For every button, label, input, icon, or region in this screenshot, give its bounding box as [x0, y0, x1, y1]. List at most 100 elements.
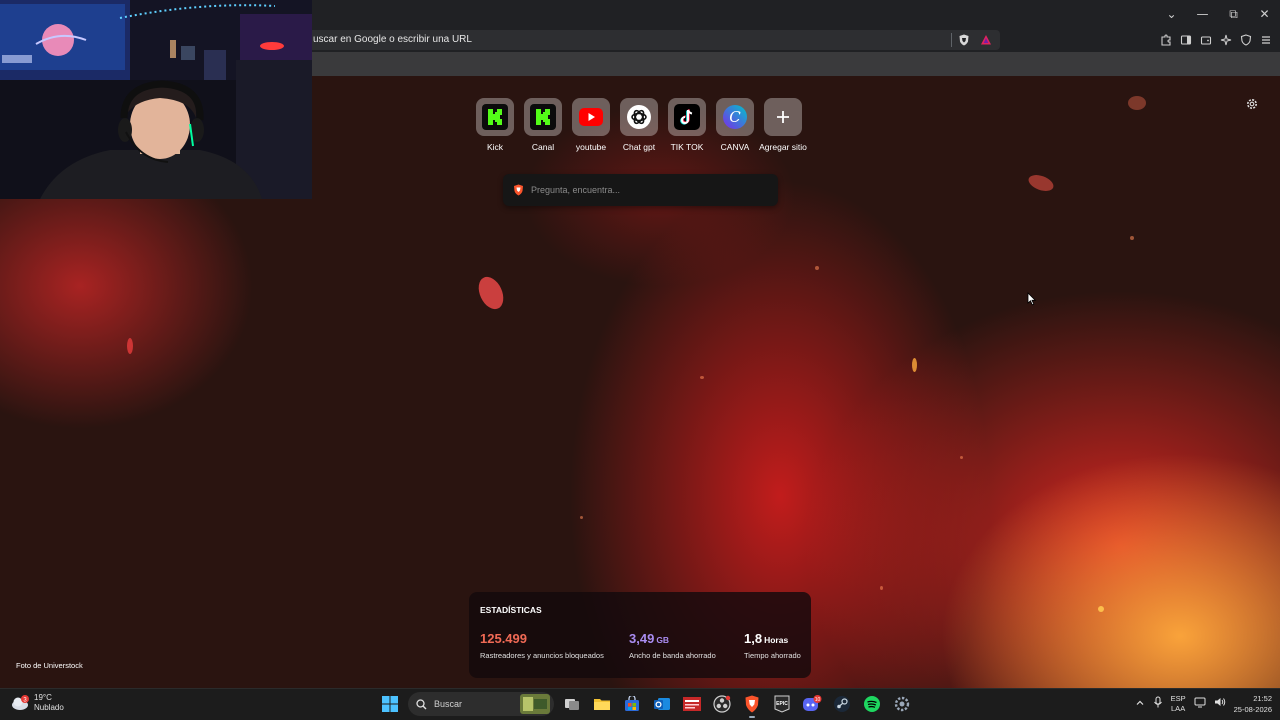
minimize-icon[interactable]: — [1187, 0, 1218, 28]
toolbar-icons [1157, 31, 1274, 49]
vpn-shield-icon[interactable] [1237, 31, 1254, 49]
stat-bandwidth: 3,49 GB Ancho de banda ahorrado [629, 630, 716, 660]
stat-bandwidth-value: 3,49 [629, 631, 655, 646]
tile-add-site[interactable]: Agregar sitio [759, 98, 807, 152]
stat-trackers-label: Rastreadores y anuncios bloqueados [480, 651, 604, 660]
weather-text: 19°C Nublado [34, 693, 64, 713]
svg-text:C: C [729, 108, 741, 126]
stat-trackers-value: 125.499 [480, 631, 527, 646]
tile-chatgpt[interactable]: Chat gpt [620, 98, 658, 152]
address-divider [951, 33, 952, 47]
photo-credit[interactable]: Foto de Universtock [16, 661, 83, 670]
weather-temp: 19°C [34, 693, 52, 702]
chatgpt-icon [620, 98, 658, 136]
brave-browser-icon[interactable] [740, 692, 764, 718]
wallet-icon[interactable] [1197, 31, 1214, 49]
task-view-icon[interactable] [560, 692, 584, 716]
tile-canal[interactable]: Canal [524, 98, 562, 152]
taskbar-apps: Buscar EPIC 10 [378, 692, 914, 718]
spotify-icon[interactable] [860, 692, 884, 716]
canva-icon: C [716, 98, 754, 136]
svg-text:EPIC: EPIC [776, 701, 788, 707]
weather-condition: Nublado [34, 703, 64, 712]
tile-tiktok[interactable]: TIK TOK [668, 98, 706, 152]
brave-shield-icon[interactable] [958, 34, 970, 46]
clock-date: 25-08-2026 [1233, 705, 1272, 714]
network-icon[interactable] [1194, 695, 1206, 713]
epic-games-icon[interactable]: EPIC [770, 692, 794, 716]
background-speck [912, 358, 917, 372]
stat-time-unit: Horas [764, 635, 789, 645]
volume-icon[interactable] [1214, 695, 1226, 713]
stats-panel: ESTADÍSTICAS 125.499 Rastreadores y anun… [469, 592, 811, 678]
windows-taskbar: 3 19°C Nublado Buscar EPIC 10 ESP LAA 21… [0, 688, 1280, 720]
clock-time: 21:52 [1253, 694, 1272, 703]
windows-start-icon[interactable] [378, 692, 402, 716]
background-speck [580, 516, 583, 519]
file-explorer-icon[interactable] [590, 692, 614, 716]
stat-time-value: 1,8 [744, 631, 763, 646]
ntp-search-box[interactable] [503, 174, 778, 206]
tile-youtube[interactable]: youtube [572, 98, 610, 152]
system-tray: ESP LAA 21:52 25-08-2026 [1135, 693, 1272, 715]
background-speck [473, 272, 509, 314]
kick-icon [476, 98, 514, 136]
cloudy-icon: 3 [12, 695, 29, 710]
obs-icon[interactable] [710, 692, 734, 716]
background-speck [1026, 171, 1056, 195]
taskbar-search[interactable]: Buscar [408, 692, 554, 716]
discord-icon[interactable]: 10 [800, 692, 824, 716]
plus-icon [764, 98, 802, 136]
outlook-icon[interactable] [650, 692, 674, 716]
search-icon [416, 698, 427, 709]
stat-bandwidth-label: Ancho de banda ahorrado [629, 651, 716, 660]
restore-icon[interactable]: ⧉ [1218, 0, 1249, 28]
mouse-cursor-icon [1027, 292, 1037, 306]
background-speck [880, 586, 883, 590]
taskbar-clock[interactable]: 21:52 25-08-2026 [1234, 693, 1272, 715]
youtube-icon [572, 98, 610, 136]
stat-time: 1,8 Horas Tiempo ahorrado [744, 630, 801, 660]
tile-kick[interactable]: Kick [476, 98, 514, 152]
steam-icon[interactable] [830, 692, 854, 716]
discord-badge: 10 [815, 697, 821, 703]
keyboard-layout: LAA [1171, 704, 1186, 713]
webcam-overlay [0, 0, 312, 199]
background-speck [960, 456, 963, 459]
tile-label: Agregar sitio [759, 142, 807, 152]
background-speck [700, 376, 704, 379]
settings-gear-icon[interactable] [1245, 97, 1259, 111]
window-controls: ⌄ — ⧉ ✕ [1156, 0, 1280, 28]
taskbar-search-label: Buscar [434, 699, 463, 709]
chevron-up-icon[interactable] [1135, 695, 1145, 713]
weather-widget[interactable]: 3 19°C Nublado [10, 693, 64, 713]
background-speck [127, 338, 133, 354]
extensions-icon[interactable] [1157, 31, 1174, 49]
brave-logo-icon [514, 184, 523, 196]
ntp-search-input[interactable] [531, 182, 766, 198]
settings-icon[interactable] [890, 692, 914, 716]
close-icon[interactable]: ✕ [1249, 0, 1280, 28]
tiktok-icon [668, 98, 706, 136]
news-app-icon[interactable] [680, 692, 704, 716]
stat-time-label: Tiempo ahorrado [744, 651, 801, 660]
top-sites: Kick Canal youtube Chat gpt TIK TOK C CA… [476, 98, 807, 152]
menu-icon[interactable] [1257, 31, 1274, 49]
kick-icon [524, 98, 562, 136]
chevron-down-icon[interactable]: ⌄ [1156, 0, 1187, 28]
background-speck [815, 266, 819, 270]
stat-bandwidth-unit: GB [656, 635, 670, 645]
microsoft-store-icon[interactable] [620, 692, 644, 716]
language-code: ESP [1170, 694, 1186, 703]
language-indicator[interactable]: ESP LAA [1171, 694, 1186, 714]
stat-trackers: 125.499 Rastreadores y anuncios bloquead… [480, 630, 604, 660]
stats-title: ESTADÍSTICAS [480, 605, 542, 615]
search-highlight-icon [520, 694, 550, 714]
brave-rewards-icon[interactable] [980, 34, 992, 46]
background-speck [1098, 606, 1104, 612]
microphone-icon[interactable] [1153, 695, 1163, 713]
leo-ai-icon[interactable] [1217, 31, 1234, 49]
address-bar-placeholder[interactable]: uscar en Google o escribir una URL [313, 34, 472, 45]
sidebar-icon[interactable] [1177, 31, 1194, 49]
tile-canva[interactable]: C CANVA [716, 98, 754, 152]
